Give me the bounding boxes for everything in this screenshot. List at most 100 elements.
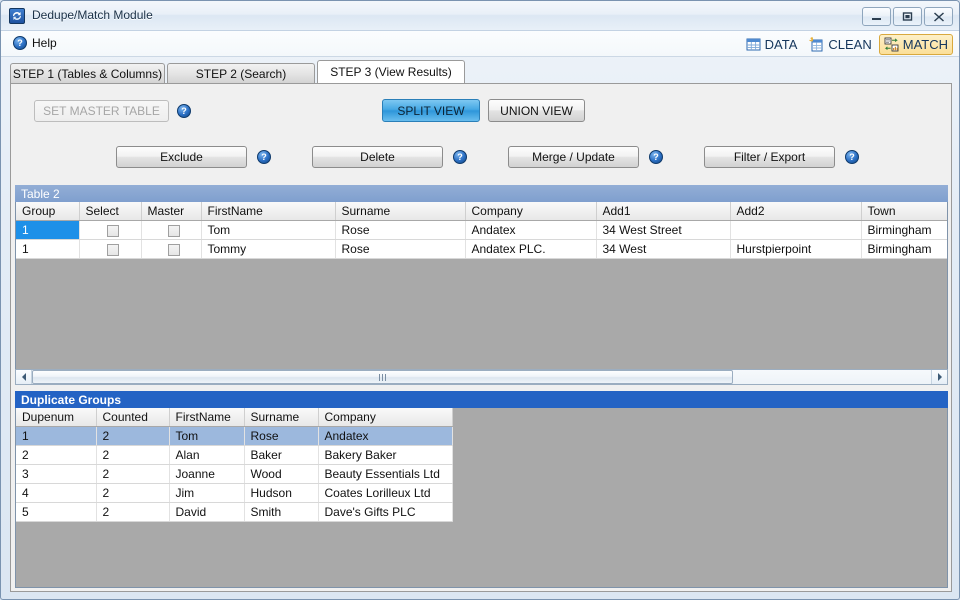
tab-step-1[interactable]: STEP 1 (Tables & Columns) [10,63,165,83]
dg-cell-dupenum[interactable]: 1 [16,426,97,446]
table-2-grid[interactable]: Group Select Master FirstName Surname Co… [15,202,948,375]
dg-col-counted[interactable]: Counted [96,408,170,427]
dg-col-firstname[interactable]: FirstName [169,408,245,427]
menu-item-help[interactable]: ? Help [13,36,57,50]
table-2-col-firstname[interactable]: FirstName [201,202,336,221]
table-2-cell-firstname[interactable]: Tommy [201,239,336,259]
dg-cell-surname[interactable]: Rose [244,426,319,446]
maximize-icon[interactable] [893,7,922,26]
table-2-select-checkbox[interactable] [79,220,142,240]
table-2-col-select[interactable]: Select [79,202,142,221]
dg-cell-dupenum[interactable]: 3 [16,464,97,484]
table-2-col-master[interactable]: Master [141,202,202,221]
table-2-cell-surname[interactable]: Rose [335,220,466,240]
table-2-cell-add2[interactable] [730,220,862,240]
dg-cell-firstname[interactable]: Tom [169,426,245,446]
table-2-master-checkbox[interactable] [141,220,202,240]
table-2-cell-add2[interactable]: Hurstpierpoint [730,239,862,259]
grip-icon [379,373,381,381]
chevron-right-icon[interactable] [931,370,947,384]
table-2-col-company[interactable]: Company [465,202,597,221]
set-master-table-help-icon[interactable]: ? [177,104,191,118]
dg-cell-dupenum[interactable]: 4 [16,483,97,503]
table-2-cell-town[interactable]: Birmingham [861,220,947,240]
split-view-button[interactable]: SPLIT VIEW [382,99,480,122]
dg-cell-company[interactable]: Bakery Baker [318,445,453,465]
duplicate-groups-table: Dupenum Counted FirstName Surname Compan… [16,408,453,522]
dg-cell-counted[interactable]: 2 [96,483,170,503]
chevron-left-icon[interactable] [16,370,32,384]
dg-cell-firstname[interactable]: Alan [169,445,245,465]
table-2-col-group[interactable]: Group [16,202,80,221]
table-row[interactable]: 1 Tom Rose Andatex 34 West Street Birmin… [16,220,947,240]
table-2-select-checkbox[interactable] [79,239,142,259]
table-2-cell-add1[interactable]: 34 West Street [596,220,731,240]
dg-cell-counted[interactable]: 2 [96,426,170,446]
exclude-help-icon[interactable]: ? [257,150,271,164]
table-row[interactable]: 1 Tommy Rose Andatex PLC. 34 West Hurstp… [16,239,947,259]
table-2-cell-company[interactable]: Andatex PLC. [465,239,597,259]
dg-cell-surname[interactable]: Baker [244,445,319,465]
table-2-col-add2[interactable]: Add2 [730,202,862,221]
table-2-master-checkbox[interactable] [141,239,202,259]
tab-step-3[interactable]: STEP 3 (View Results) [317,60,465,83]
table-2-col-surname[interactable]: Surname [335,202,466,221]
dg-cell-company[interactable]: Beauty Essentials Ltd [318,464,453,484]
dg-col-dupenum[interactable]: Dupenum [16,408,97,427]
table-2-cell-group[interactable]: 1 [16,239,80,259]
scrollbar-track[interactable] [32,370,931,384]
tab-step-2[interactable]: STEP 2 (Search) [167,63,315,83]
window-title: Dedupe/Match Module [32,8,153,22]
table-2-cell-company[interactable]: Andatex [465,220,597,240]
close-icon[interactable] [924,7,953,26]
delete-help-icon[interactable]: ? [453,150,467,164]
table-row[interactable]: 2 2 Alan Baker Bakery Baker [16,445,453,465]
dg-cell-company[interactable]: Andatex [318,426,453,446]
table-2-cell-firstname[interactable]: Tom [201,220,336,240]
table-2-col-town[interactable]: Town [861,202,947,221]
table-row[interactable]: 4 2 Jim Hudson Coates Lorilleux Ltd [16,483,453,503]
merge-update-button[interactable]: Merge / Update [508,146,639,168]
mode-item-clean[interactable]: CLEAN [804,34,876,55]
dg-cell-dupenum[interactable]: 2 [16,445,97,465]
table-2-cell-add1[interactable]: 34 West [596,239,731,259]
checkbox-icon[interactable] [168,243,180,256]
table-2-cell-group[interactable]: 1 [16,220,80,240]
dg-cell-counted[interactable]: 2 [96,464,170,484]
minimize-icon[interactable] [862,7,891,26]
dg-cell-counted[interactable]: 2 [96,445,170,465]
table-row[interactable]: 1 2 Tom Rose Andatex [16,426,453,446]
dg-cell-company[interactable]: Dave's Gifts PLC [318,502,453,522]
delete-button[interactable]: Delete [312,146,443,168]
dg-cell-firstname[interactable]: Jim [169,483,245,503]
dg-cell-company[interactable]: Coates Lorilleux Ltd [318,483,453,503]
table-row[interactable]: 3 2 Joanne Wood Beauty Essentials Ltd [16,464,453,484]
table-2-cell-surname[interactable]: Rose [335,239,466,259]
table-2-col-add1[interactable]: Add1 [596,202,731,221]
union-view-button[interactable]: UNION VIEW [488,99,585,122]
table-2-horizontal-scrollbar[interactable] [15,369,948,385]
checkbox-icon[interactable] [107,224,119,237]
checkbox-icon[interactable] [168,224,180,237]
table-2-cell-town[interactable]: Birmingham [861,239,947,259]
dg-cell-firstname[interactable]: Joanne [169,464,245,484]
dg-cell-counted[interactable]: 2 [96,502,170,522]
filter-export-button[interactable]: Filter / Export [704,146,835,168]
exclude-button[interactable]: Exclude [116,146,247,168]
merge-update-help-icon[interactable]: ? [649,150,663,164]
dg-col-surname[interactable]: Surname [244,408,319,427]
dg-cell-surname[interactable]: Wood [244,464,319,484]
dg-cell-firstname[interactable]: David [169,502,245,522]
duplicate-groups-grid[interactable]: Dupenum Counted FirstName Surname Compan… [15,408,948,588]
table-row[interactable]: 5 2 David Smith Dave's Gifts PLC [16,502,453,522]
set-master-table-button[interactable]: SET MASTER TABLE [34,100,169,122]
mode-item-match[interactable]: MATCH [878,34,953,55]
mode-item-data[interactable]: DATA [741,34,803,55]
dg-cell-dupenum[interactable]: 5 [16,502,97,522]
checkbox-icon[interactable] [107,243,119,256]
scrollbar-thumb[interactable] [32,370,734,384]
filter-export-help-icon[interactable]: ? [845,150,859,164]
dg-cell-surname[interactable]: Hudson [244,483,319,503]
dg-cell-surname[interactable]: Smith [244,502,319,522]
dg-col-company[interactable]: Company [318,408,453,427]
